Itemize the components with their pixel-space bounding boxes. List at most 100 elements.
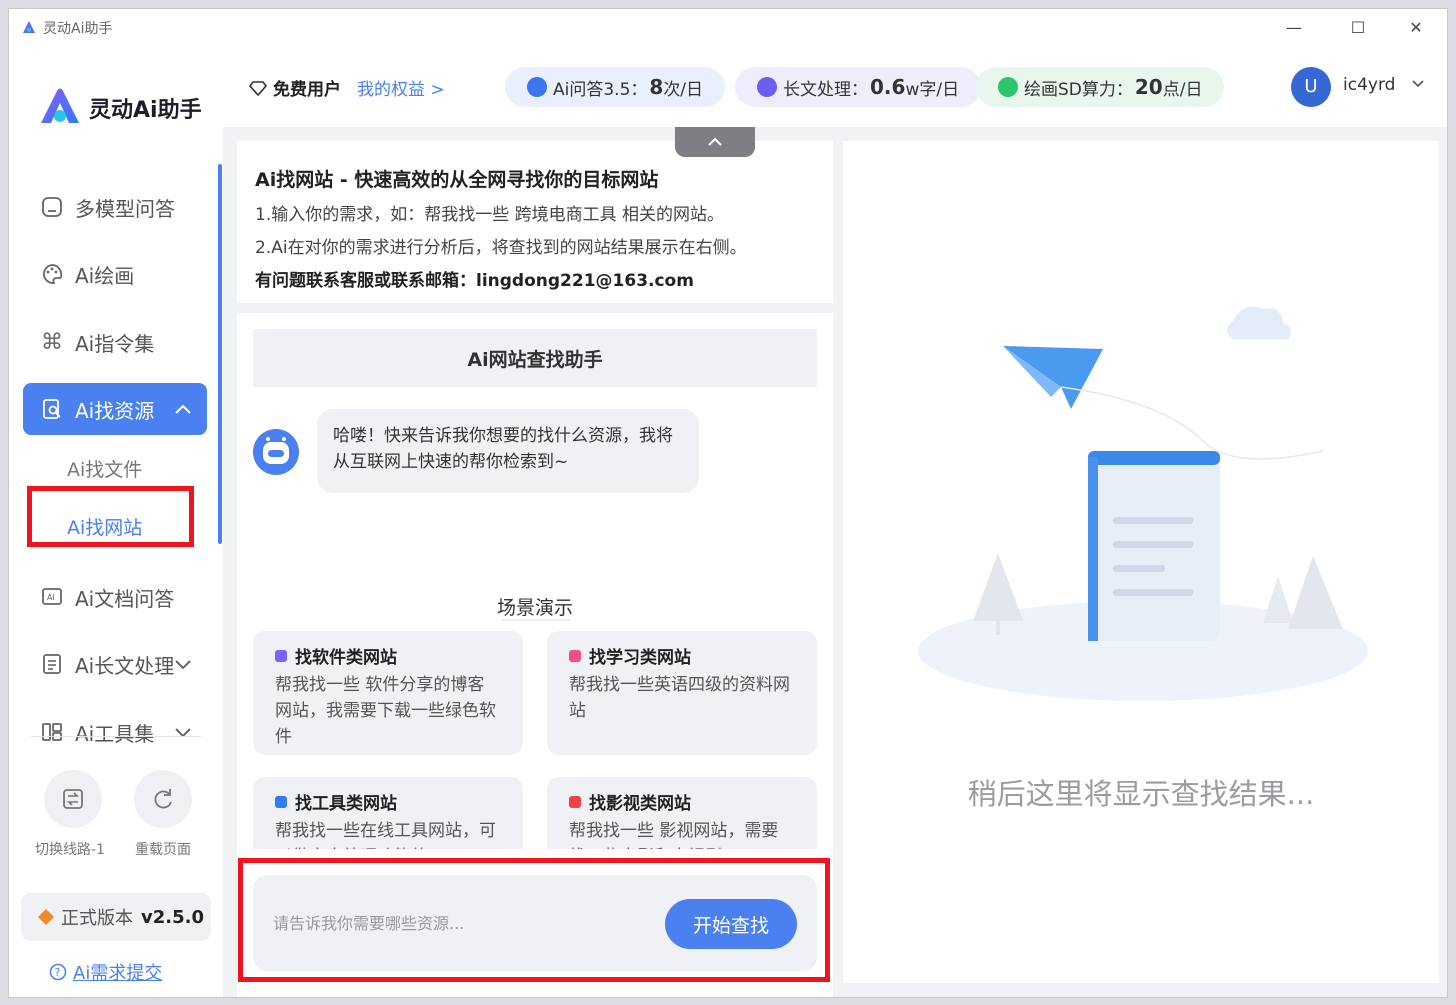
sidebar-item-ai-painting[interactable]: Ai绘画	[23, 248, 207, 300]
user-type-label: 免费用户	[273, 80, 341, 100]
scene-desc: 帮我找一些 软件分享的博客网站，我需要下载一些绿色软件	[275, 675, 496, 747]
command-icon: ⌘	[41, 329, 63, 355]
highlight-box	[238, 858, 830, 982]
divider	[31, 736, 201, 737]
chevron-up-icon[interactable]	[173, 399, 193, 419]
contact-info: 有问题联系客服或联系邮箱：lingdong221@163.com	[255, 271, 694, 291]
app-logo-icon	[23, 21, 35, 33]
bot-avatar	[253, 429, 299, 475]
long-text-icon	[39, 651, 65, 677]
palette-icon	[39, 261, 65, 287]
quota-value: 20	[1134, 75, 1163, 99]
bot-message: 哈喽！快来告诉我你想要的找什么资源，我将从互联网上快速的帮你检索到~	[317, 409, 699, 493]
reload-page-button[interactable]	[134, 770, 192, 828]
scene-desc: 帮我找一些在线工具网站，可以做文本处理功能的	[275, 821, 496, 849]
brand-name: 灵动Ai助手	[89, 98, 202, 123]
version-number: v2.5.0	[141, 906, 204, 928]
palette-icon	[998, 77, 1018, 97]
close-button[interactable]: ✕	[1401, 15, 1431, 41]
collapse-toggle[interactable]	[675, 127, 755, 157]
scene-icon	[275, 649, 287, 662]
empty-results-text: 稍后这里将显示查找结果...	[967, 777, 1315, 811]
highlight-box	[27, 486, 194, 547]
app-window: 灵动Ai助手 — ☐ ✕ 灵动Ai助手 多模型问答 Ai绘画 ⌘ Ai指令集 A…	[8, 8, 1448, 998]
version-label: 正式版本	[61, 908, 133, 929]
switch-line-button[interactable]	[44, 770, 102, 828]
sidebar-item-ai-commands[interactable]: ⌘ Ai指令集	[23, 316, 207, 368]
chevron-down-icon	[1412, 80, 1424, 88]
switch-icon	[63, 789, 83, 809]
chevron-up-icon	[708, 137, 722, 146]
scene-desc: 帮我找一些 影视网站，需要找一些电影和电视剧	[569, 821, 779, 849]
version-badge: 正式版本 v2.5.0	[21, 893, 211, 941]
scene-desc: 帮我找一些英语四级的资料网站	[569, 675, 790, 721]
diamond-outline-icon	[249, 80, 267, 96]
sidebar-item-ai-long-text[interactable]: Ai长文处理	[23, 638, 207, 690]
help-icon: ?	[49, 963, 67, 981]
maximize-button[interactable]: ☐	[1343, 15, 1373, 41]
scene-title: 找软件类网站	[295, 648, 397, 668]
chat-bubble-icon	[39, 194, 65, 220]
my-benefits-link[interactable]: 我的权益 >	[357, 75, 445, 100]
sidebar-item-label: Ai工具集	[75, 721, 155, 746]
quota-unit: 点/日	[1162, 79, 1203, 100]
instruction-step-1: 1.输入你的需求，如：帮我找一些 跨境电商工具 相关的网站。	[255, 205, 725, 225]
quota-value: 0.6	[870, 75, 906, 99]
scene-card-software[interactable]: 找软件类网站 帮我找一些 软件分享的博客网站，我需要下载一些绿色软件	[253, 631, 523, 755]
instruction-card: Ai找网站 - 快速高效的从全网寻找你的目标网站 1.输入你的需求，如：帮我找一…	[237, 141, 833, 303]
minimize-button[interactable]: —	[1279, 15, 1309, 41]
scene-icon	[275, 795, 287, 808]
quota-value: 8	[649, 75, 664, 99]
scene-list[interactable]: 找软件类网站 帮我找一些 软件分享的博客网站，我需要下载一些绿色软件 找学习类网…	[253, 631, 817, 849]
sidebar-item-label: Ai指令集	[75, 331, 155, 356]
quota-unit: w字/日	[905, 79, 960, 100]
divider	[501, 619, 571, 621]
chevron-down-icon[interactable]	[173, 654, 193, 674]
title-bar: 灵动Ai助手 — ☐ ✕	[9, 9, 1447, 47]
feedback-link[interactable]: ? Ai需求提交	[49, 959, 162, 985]
sidebar-item-multi-model-qa[interactable]: 多模型问答	[23, 181, 207, 233]
feedback-label: Ai需求提交	[73, 963, 163, 984]
brand-logo[interactable]: 灵动Ai助手	[39, 87, 209, 127]
ai-doc-icon: AI	[39, 584, 65, 610]
top-bar: 免费用户 我的权益 > Ai问答3.5： 8 次/日 长文处理： 0.6 w字/…	[223, 47, 1447, 127]
svg-text:?: ?	[55, 966, 61, 979]
quota-qa: Ai问答3.5： 8 次/日	[505, 67, 726, 107]
quota-sd-drawing: 绘画SD算力： 20 点/日	[976, 67, 1225, 107]
sidebar-item-ai-doc-qa[interactable]: AI Ai文档问答	[23, 571, 207, 623]
sidebar-item-label: Ai长文处理	[75, 653, 175, 678]
search-doc-icon	[39, 396, 65, 422]
sidebar-item-ai-tools[interactable]: Ai工具集	[23, 706, 207, 758]
chat-icon	[757, 77, 777, 97]
scene-card-tools[interactable]: 找工具类网站 帮我找一些在线工具网站，可以做文本处理功能的	[253, 777, 523, 849]
quota-unit: 次/日	[663, 79, 704, 100]
scene-card-video[interactable]: 找影视类网站 帮我找一些 影视网站，需要找一些电影和电视剧	[547, 777, 817, 849]
sidebar-item-label: 多模型问答	[75, 196, 175, 221]
reload-page-label: 重载页面	[135, 842, 191, 858]
sidebar-item-label: Ai文档问答	[75, 586, 175, 611]
sidebar-subitem-find-files[interactable]: Ai找文件	[67, 455, 142, 482]
chevron-down-icon[interactable]	[173, 722, 193, 742]
chat-header: Ai网站查找助手	[253, 329, 817, 387]
svg-text:AI: AI	[47, 593, 55, 602]
chat-icon	[527, 77, 547, 97]
quota-label: 长文处理：	[783, 79, 868, 100]
scene-icon	[569, 795, 581, 808]
instruction-title: Ai找网站 - 快速高效的从全网寻找你的目标网站	[255, 169, 659, 191]
quota-long-text: 长文处理： 0.6 w字/日	[735, 67, 982, 107]
window-title: 灵动Ai助手	[43, 21, 113, 37]
scene-card-learning[interactable]: 找学习类网站 帮我找一些英语四级的资料网站	[547, 631, 817, 755]
avatar[interactable]: U	[1291, 67, 1331, 107]
empty-results-illustration	[918, 306, 1368, 701]
username-menu[interactable]: ic4yrd	[1343, 75, 1425, 95]
scene-demo-title: 场景演示	[496, 597, 573, 619]
instruction-step-2: 2.Ai在对你的需求进行分析后，将查找到的网站结果展示在右侧。	[255, 238, 747, 258]
brand-logo-icon	[41, 88, 79, 123]
quota-label: Ai问答3.5：	[553, 79, 648, 100]
scene-title: 找工具类网站	[295, 794, 397, 814]
robot-icon	[263, 437, 289, 464]
sidebar-item-ai-find-resources[interactable]: Ai找资源	[23, 383, 207, 435]
sidebar-scrollbar[interactable]	[218, 164, 222, 544]
tools-icon	[39, 719, 65, 745]
user-type: 免费用户	[249, 75, 341, 100]
